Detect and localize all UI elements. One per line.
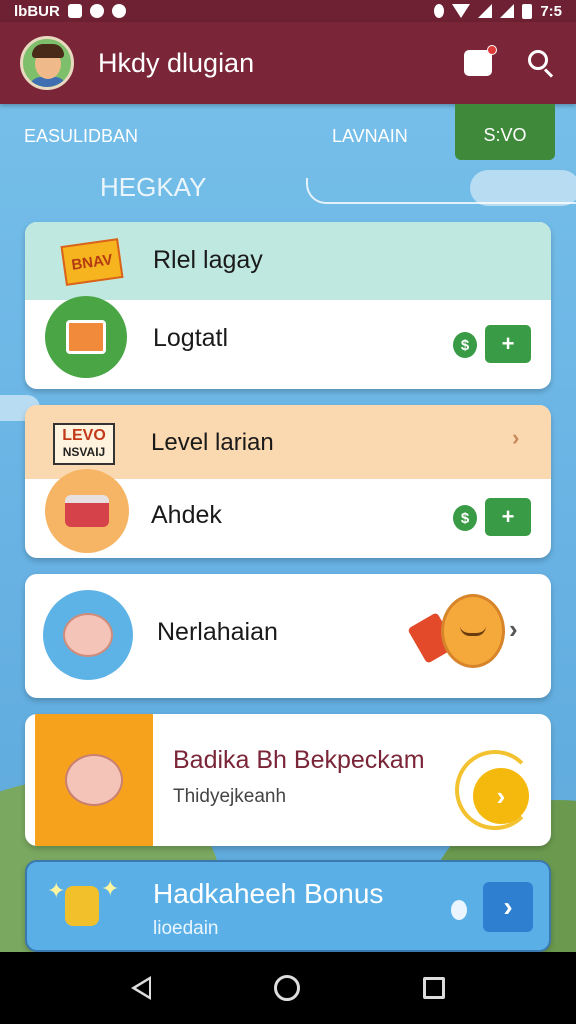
bonus-card[interactable]: ✦ ✦ Hadkaheeh Bonus lioedain › bbox=[25, 860, 551, 952]
bonus-title: Hadkaheeh Bonus bbox=[153, 878, 384, 909]
status-left-text: lbBUR bbox=[14, 2, 60, 20]
add-button[interactable]: + bbox=[485, 498, 531, 536]
section-heading: HEGKAY bbox=[100, 172, 207, 202]
bluetooth-icon bbox=[434, 4, 445, 18]
card-header-title: Level larian bbox=[151, 429, 274, 456]
go-button[interactable]: › bbox=[473, 768, 529, 824]
card-title: Nerlahaian bbox=[157, 618, 278, 646]
coin-icon: $ bbox=[453, 332, 477, 358]
piggy-coins-icon bbox=[35, 714, 153, 846]
card-subtitle: Thidyejkeanh bbox=[173, 786, 287, 807]
books-icon bbox=[45, 296, 127, 378]
section-divider bbox=[306, 178, 576, 204]
bonus-character-icon: ✦ ✦ bbox=[47, 876, 123, 938]
signal-icon bbox=[500, 4, 515, 18]
reward-card-2[interactable]: LEVO NSVAIJ Level larian › Ahdek $ + bbox=[25, 405, 551, 558]
location-icon bbox=[111, 4, 126, 18]
reward-card-4[interactable]: Badika Bh Bekpeckam Thidyejkeanh › bbox=[25, 714, 551, 846]
card-title: Badika Bh Bekpeckam bbox=[173, 746, 425, 774]
badge-icon: BNAV bbox=[60, 238, 124, 286]
chevron-right-icon: › bbox=[503, 891, 513, 922]
bonus-arrow-button[interactable]: › bbox=[483, 882, 533, 932]
notification-badge bbox=[487, 45, 497, 55]
coin-icon: $ bbox=[453, 505, 477, 531]
badge-text: BNAV bbox=[70, 250, 114, 274]
app-screen: lbBUR 7:5 Hkdy dlugian EASULIDBAN LAVNAI… bbox=[0, 0, 576, 1024]
home-icon[interactable] bbox=[273, 975, 300, 1001]
chevron-right-icon[interactable]: › bbox=[509, 614, 518, 645]
level-badge-icon: LEVO NSVAIJ bbox=[53, 423, 115, 465]
notification-icon[interactable] bbox=[464, 45, 497, 76]
level-badge-line2: NSVAIJ bbox=[62, 445, 106, 459]
reward-card-1[interactable]: BNAV Rlel lagay Logtatl $ + bbox=[25, 222, 551, 389]
back-icon[interactable] bbox=[131, 976, 152, 1000]
chevron-right-icon: › bbox=[496, 780, 506, 811]
signal-icon bbox=[478, 4, 493, 18]
status-time: 7:5 bbox=[540, 2, 562, 20]
system-nav-bar bbox=[0, 952, 576, 1024]
search-icon[interactable] bbox=[526, 48, 556, 78]
gift-icon bbox=[45, 469, 129, 553]
sync-icon bbox=[89, 4, 104, 18]
avatar[interactable] bbox=[20, 36, 74, 90]
tab-svo-active[interactable]: S:VO bbox=[455, 104, 555, 160]
wifi-icon bbox=[452, 4, 471, 18]
level-badge-line1: LEVO bbox=[62, 427, 106, 444]
chevron-right-icon: › bbox=[512, 425, 520, 450]
app-bar-title: Hkdy dlugian bbox=[98, 47, 255, 78]
bonus-subtitle: lioedain bbox=[153, 918, 219, 939]
battery-icon bbox=[522, 3, 533, 19]
app-notification-icon bbox=[67, 4, 82, 18]
card-header-title: Rlel lagay bbox=[153, 246, 263, 274]
reward-card-3[interactable]: Nerlahaian › bbox=[25, 574, 551, 698]
add-button[interactable]: + bbox=[485, 325, 531, 363]
status-bar: lbBUR 7:5 bbox=[0, 0, 576, 22]
party-coin-icon bbox=[407, 594, 505, 674]
tab-bar: EASULIDBAN LAVNAIN S:VO bbox=[0, 104, 576, 162]
drop-icon bbox=[451, 900, 467, 920]
app-bar: Hkdy dlugian bbox=[0, 22, 576, 104]
tab-lavnain[interactable]: LAVNAIN bbox=[332, 126, 408, 147]
recent-apps-icon[interactable] bbox=[422, 977, 445, 999]
card-title: Ahdek bbox=[151, 501, 222, 529]
card-title: Logtatl bbox=[153, 324, 229, 352]
piggy-icon bbox=[43, 590, 133, 680]
tab-easulidban[interactable]: EASULIDBAN bbox=[24, 126, 138, 147]
